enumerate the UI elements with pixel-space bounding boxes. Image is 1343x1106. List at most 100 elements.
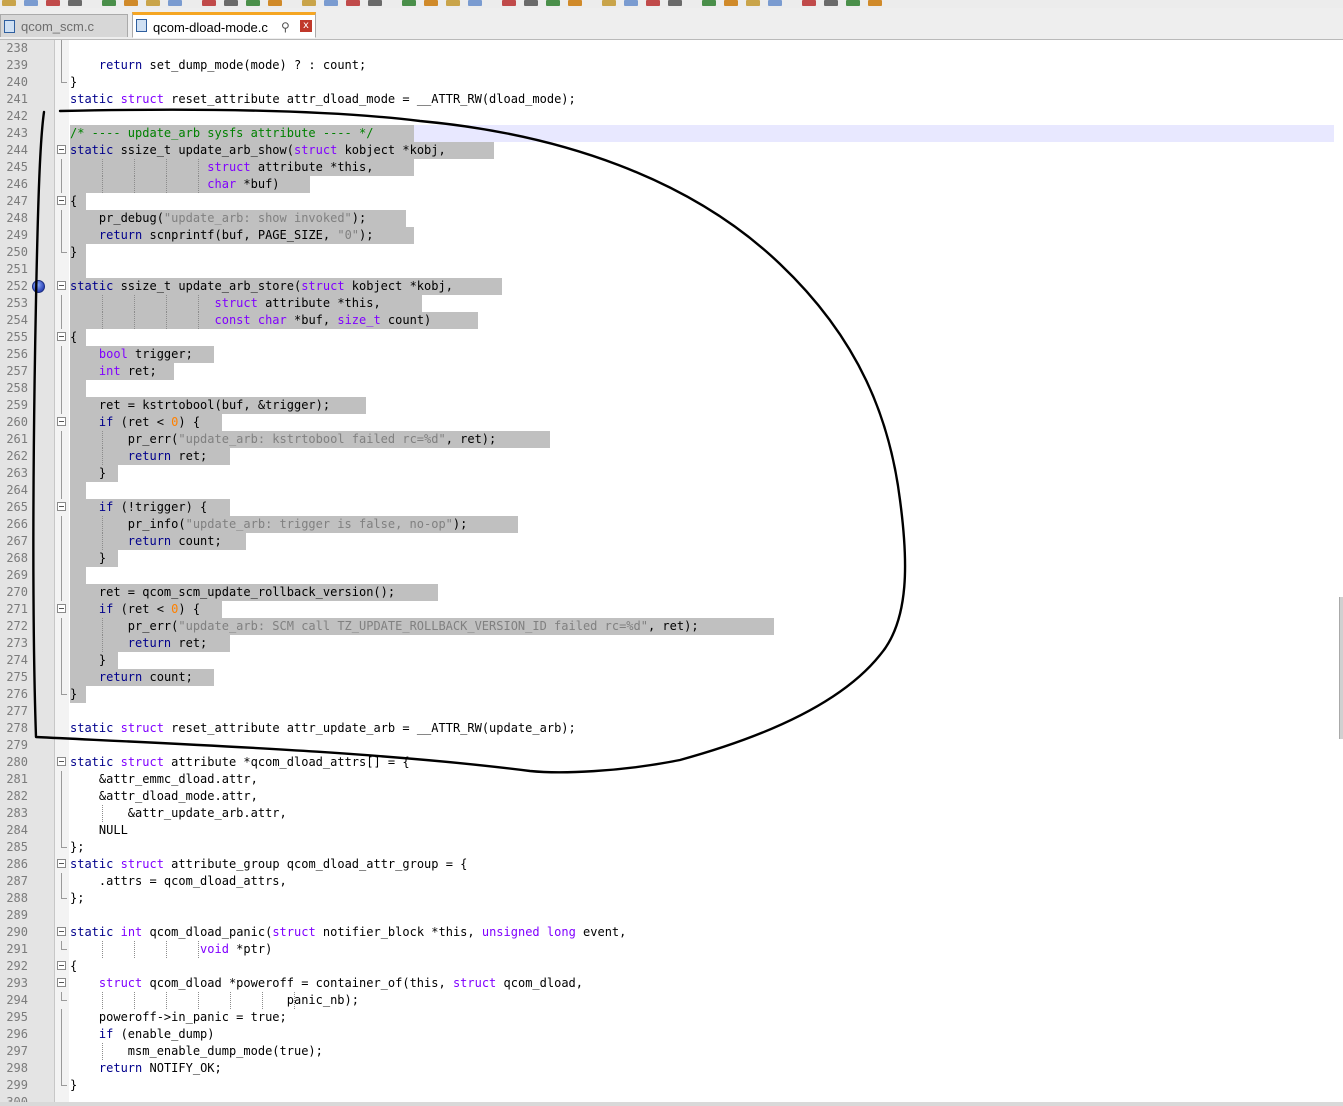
code-line[interactable]: 299} xyxy=(0,1077,1343,1094)
horizontal-scrollbar[interactable] xyxy=(0,1102,1343,1106)
code-line[interactable]: 280 static struct attribute *qcom_dload_a… xyxy=(0,754,1343,771)
code-line[interactable]: 282 &attr_dload_mode.attr, xyxy=(0,788,1343,805)
fold-toggle-icon[interactable] xyxy=(57,502,66,511)
fold-toggle-icon[interactable] xyxy=(57,196,66,205)
code-line[interactable]: 276} xyxy=(0,686,1343,703)
code-line[interactable]: 283 &attr_update_arb.attr, xyxy=(0,805,1343,822)
code-line[interactable]: 253 struct attribute *this, xyxy=(0,295,1343,312)
code-line[interactable]: 296 if (enable_dump) xyxy=(0,1026,1343,1043)
code-line[interactable]: 260 if (ret < 0) { xyxy=(0,414,1343,431)
code-line[interactable]: 270 ret = qcom_scm_update_rollback_versi… xyxy=(0,584,1343,601)
toolbar-button-icon[interactable] xyxy=(846,0,860,6)
toolbar-button-icon[interactable] xyxy=(546,0,560,6)
toolbar-button-icon[interactable] xyxy=(224,0,238,6)
code-line[interactable]: 251 xyxy=(0,261,1343,278)
code-line[interactable]: 272 pr_err("update_arb: SCM call TZ_UPDA… xyxy=(0,618,1343,635)
toolbar-button-icon[interactable] xyxy=(102,0,116,6)
code-line[interactable]: 254 const char *buf, size_t count) xyxy=(0,312,1343,329)
code-line[interactable]: 238 xyxy=(0,40,1343,57)
code-line[interactable]: 243 /* ---- update_arb sysfs attribute --… xyxy=(0,125,1343,142)
code-line[interactable]: 240} xyxy=(0,74,1343,91)
code-line[interactable]: 239 return set_dump_mode(mode) ? : count… xyxy=(0,57,1343,74)
code-line[interactable]: 295 poweroff->in_panic = true; xyxy=(0,1009,1343,1026)
code-line[interactable]: 259 ret = kstrtobool(buf, &trigger); xyxy=(0,397,1343,414)
code-line[interactable]: 262 return ret; xyxy=(0,448,1343,465)
code-line[interactable]: 257 int ret; xyxy=(0,363,1343,380)
toolbar-button-icon[interactable] xyxy=(324,0,338,6)
code-line[interactable]: 281 &attr_emmc_dload.attr, xyxy=(0,771,1343,788)
toolbar-button-icon[interactable] xyxy=(446,0,460,6)
code-line[interactable]: 249 return scnprintf(buf, PAGE_SIZE, "0"… xyxy=(0,227,1343,244)
code-line[interactable]: 284 NULL xyxy=(0,822,1343,839)
toolbar-button-icon[interactable] xyxy=(568,0,582,6)
toolbar-button-icon[interactable] xyxy=(502,0,516,6)
code-line[interactable]: 285}; xyxy=(0,839,1343,856)
fold-toggle-icon[interactable] xyxy=(57,978,66,987)
toolbar-button-icon[interactable] xyxy=(624,0,638,6)
bookmark-icon[interactable] xyxy=(32,280,45,293)
code-line[interactable]: 278 static struct reset_attribute attr_up… xyxy=(0,720,1343,737)
code-line[interactable]: 263 } xyxy=(0,465,1343,482)
toolbar-button-icon[interactable] xyxy=(702,0,716,6)
toolbar-button-icon[interactable] xyxy=(168,0,182,6)
toolbar-button-icon[interactable] xyxy=(46,0,60,6)
fold-toggle-icon[interactable] xyxy=(57,927,66,936)
fold-toggle-icon[interactable] xyxy=(57,417,66,426)
code-line[interactable]: 298 return NOTIFY_OK; xyxy=(0,1060,1343,1077)
toolbar-button-icon[interactable] xyxy=(468,0,482,6)
toolbar-button-icon[interactable] xyxy=(402,0,416,6)
code-line[interactable]: 274 } xyxy=(0,652,1343,669)
code-line[interactable]: 290 static int qcom_dload_panic(struct no… xyxy=(0,924,1343,941)
code-line[interactable]: 264 xyxy=(0,482,1343,499)
toolbar-button-icon[interactable] xyxy=(746,0,760,6)
pin-icon[interactable]: ⚲ xyxy=(281,15,290,40)
vertical-scrollbar[interactable] xyxy=(1339,597,1343,739)
code-line[interactable]: 246 char *buf) xyxy=(0,176,1343,193)
code-line[interactable]: 271 if (ret < 0) { xyxy=(0,601,1343,618)
toolbar-button-icon[interactable] xyxy=(602,0,616,6)
code-line[interactable]: 261 pr_err("update_arb: kstrtobool faile… xyxy=(0,431,1343,448)
code-line[interactable]: 294 panic_nb); xyxy=(0,992,1343,1009)
toolbar-button-icon[interactable] xyxy=(868,0,882,6)
toolbar-button-icon[interactable] xyxy=(124,0,138,6)
toolbar-button-icon[interactable] xyxy=(524,0,538,6)
code-line[interactable]: 297 msm_enable_dump_mode(true); xyxy=(0,1043,1343,1060)
toolbar-button-icon[interactable] xyxy=(246,0,260,6)
code-line[interactable]: 293 struct qcom_dload *poweroff = contai… xyxy=(0,975,1343,992)
fold-toggle-icon[interactable] xyxy=(57,757,66,766)
close-icon[interactable]: x xyxy=(300,20,312,32)
code-line[interactable]: 252 static ssize_t update_arb_store(struc… xyxy=(0,278,1343,295)
toolbar-button-icon[interactable] xyxy=(668,0,682,6)
toolbar-button-icon[interactable] xyxy=(202,0,216,6)
code-line[interactable]: 291 void *ptr) xyxy=(0,941,1343,958)
toolbar-button-icon[interactable] xyxy=(2,0,16,6)
code-line[interactable]: 265 if (!trigger) { xyxy=(0,499,1343,516)
code-line[interactable]: 242 xyxy=(0,108,1343,125)
code-line[interactable]: 241 static struct reset_attribute attr_dl… xyxy=(0,91,1343,108)
code-line[interactable]: 245 struct attribute *this, xyxy=(0,159,1343,176)
tab-qcom-scm[interactable]: qcom_scm.c xyxy=(0,14,128,37)
code-line[interactable]: 266 pr_info("update_arb: trigger is fals… xyxy=(0,516,1343,533)
code-line[interactable]: 248 pr_debug("update_arb: show invoked")… xyxy=(0,210,1343,227)
code-line[interactable]: 289 xyxy=(0,907,1343,924)
toolbar-button-icon[interactable] xyxy=(802,0,816,6)
code-line[interactable]: 292 { xyxy=(0,958,1343,975)
fold-toggle-icon[interactable] xyxy=(57,859,66,868)
code-line[interactable]: 244 static ssize_t update_arb_show(struct… xyxy=(0,142,1343,159)
code-line[interactable]: 258 xyxy=(0,380,1343,397)
code-editor[interactable]: 238 239 return set_dump_mode(mode) ? : co… xyxy=(0,40,1343,1104)
toolbar-button-icon[interactable] xyxy=(24,0,38,6)
fold-toggle-icon[interactable] xyxy=(57,145,66,154)
toolbar-button-icon[interactable] xyxy=(268,0,282,6)
code-line[interactable]: 287 .attrs = qcom_dload_attrs, xyxy=(0,873,1343,890)
code-line[interactable]: 269 xyxy=(0,567,1343,584)
code-line[interactable]: 273 return ret; xyxy=(0,635,1343,652)
code-line[interactable]: 277 xyxy=(0,703,1343,720)
code-line[interactable]: 256 bool trigger; xyxy=(0,346,1343,363)
code-line[interactable]: 267 return count; xyxy=(0,533,1343,550)
code-line[interactable]: 286 static struct attribute_group qcom_dl… xyxy=(0,856,1343,873)
tab-qcom-dload-mode[interactable]: qcom-dload-mode.c ⚲ x xyxy=(132,12,316,38)
code-line[interactable]: 279 xyxy=(0,737,1343,754)
toolbar-button-icon[interactable] xyxy=(424,0,438,6)
toolbar-button-icon[interactable] xyxy=(824,0,838,6)
